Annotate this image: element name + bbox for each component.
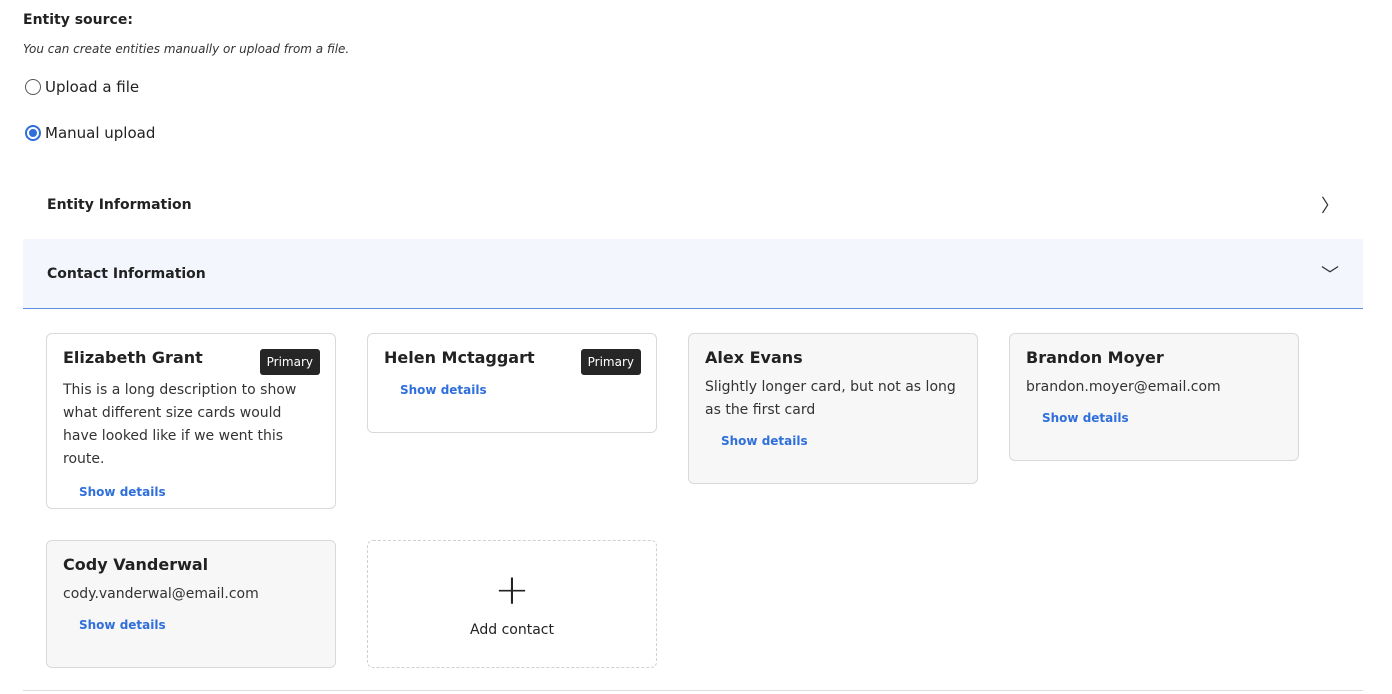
radio-label-manual-upload: Manual upload [45,124,156,142]
plus-icon: + [494,565,530,614]
contact-card-alex-evans: Alex Evans Slightly longer card, but not… [688,333,978,484]
radio-label-upload-file: Upload a file [45,78,140,96]
radio-button-checked[interactable] [25,125,41,141]
contact-description: This is a long description to show what … [63,382,297,467]
primary-badge: Primary [580,349,641,375]
chevron-right-icon: 〉 [1321,195,1339,217]
chevron-down-icon: ﹀ [1321,264,1339,286]
accordion-title-contact-information: Contact Information [47,265,206,282]
contact-card-cody-vanderwal: Cody Vanderwal cody.vanderwal@email.com … [46,540,336,668]
contact-name: Cody Vanderwal [63,555,209,574]
entity-form: Entity source: You can create entities m… [0,0,1392,694]
show-details-link[interactable]: Show details [79,618,319,632]
contact-card-brandon-moyer: Brandon Moyer brandon.moyer@email.com Sh… [1009,333,1299,461]
radio-manual-upload[interactable]: Manual upload [25,124,155,142]
show-details-link[interactable]: Show details [79,485,319,499]
accordion-contact-information[interactable]: Contact Information ﹀ [23,239,1363,309]
radio-button-unchecked[interactable] [25,79,41,95]
contact-card-elizabeth-grant: Elizabeth Grant Primary This is a long d… [46,333,336,509]
contact-name: Alex Evans [705,348,803,367]
show-details-link[interactable]: Show details [1042,411,1282,425]
add-contact-label: Add contact [470,622,554,638]
accordion-entity-information[interactable]: Entity Information 〉 [23,170,1363,240]
add-contact-button[interactable]: + Add contact [367,540,657,668]
section-divider [23,690,1363,691]
contact-description: Slightly longer card, but not as long as… [705,379,956,418]
accordion-title-entity-information: Entity Information [47,196,192,213]
show-details-link[interactable]: Show details [400,383,640,397]
contact-email: cody.vanderwal@email.com [63,586,259,602]
contact-name: Brandon Moyer [1026,348,1164,367]
entity-source-help: You can create entities manually or uplo… [23,42,350,56]
show-details-link[interactable]: Show details [721,434,961,448]
contact-email: brandon.moyer@email.com [1026,379,1221,395]
contact-card-helen-mctaggart: Helen Mctaggart Primary Show details [367,333,657,433]
radio-upload-file[interactable]: Upload a file [25,78,139,96]
primary-badge: Primary [259,349,320,375]
entity-source-label: Entity source: [23,12,133,28]
